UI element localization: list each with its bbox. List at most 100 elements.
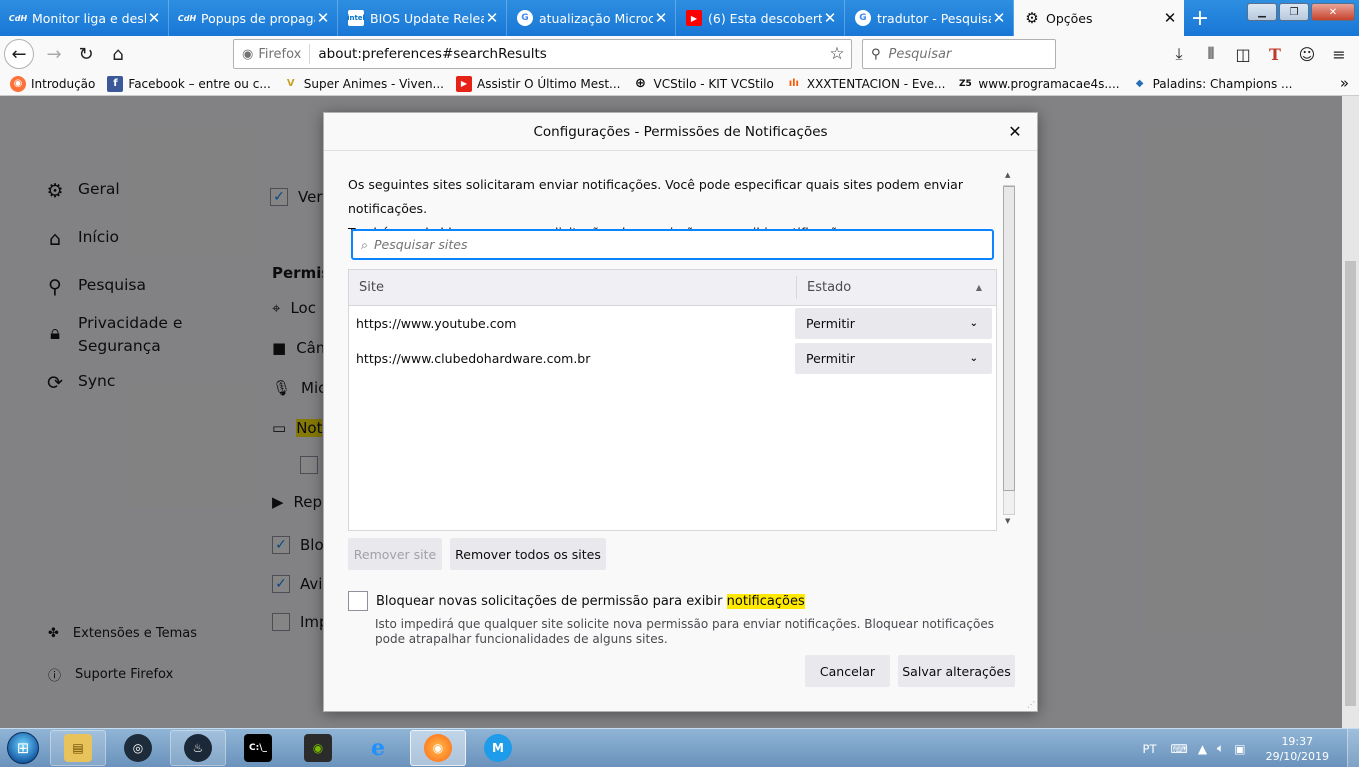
block-new-requests-checkbox[interactable] [348,591,368,611]
show-desktop-button[interactable] [1347,729,1359,767]
description-line: Os seguintes sites solicitaram enviar no… [348,177,963,216]
tab-tradutor[interactable]: G tradutor - Pesquisa G ✕ [845,0,1014,36]
save-changes-button[interactable]: Salvar alterações [898,655,1015,687]
home-button[interactable]: ⌂ [102,38,134,70]
clock[interactable]: 19:37 29/10/2019 [1266,734,1329,764]
maximize-button[interactable]: ❐ [1279,3,1309,21]
account-icon[interactable]: ☺ [1291,38,1323,70]
bookmark-item[interactable]: V Super Animes - Viven... [283,76,444,92]
tray-expand-icon[interactable]: ▲ [1198,742,1207,756]
bookmark-item[interactable]: ◉ Introdução [10,75,95,92]
extension-t-icon[interactable]: T [1259,38,1291,70]
scroll-down-arrow-icon[interactable]: ▼ [1005,517,1010,525]
tab-title: Monitor liga e deslig [32,10,146,26]
tab-close-icon[interactable]: ✕ [653,9,669,27]
taskbar-cmd[interactable]: C:\_ [230,730,286,766]
cancel-button[interactable]: Cancelar [805,655,890,687]
table-header: Site Estado ▲ [349,270,996,306]
url-text[interactable]: about:preferences#searchResults [310,46,823,62]
forward-button[interactable]: → [38,38,70,70]
library-icon[interactable]: ⫴ [1195,38,1227,70]
volume-icon[interactable]: 🔈︎ [1217,741,1224,756]
scroll-up-arrow-icon[interactable]: ▲ [1005,171,1010,179]
block-new-requests-row[interactable]: Bloquear novas solicitações de permissão… [348,591,805,611]
scrollbar-thumb[interactable] [1003,186,1015,491]
facebook-icon: f [107,75,124,92]
clock-date: 29/10/2019 [1265,749,1329,763]
chevron-down-icon: ⌄ [969,353,978,364]
nav-bar: ← → ↻ ⌂ ◉ Firefox about:preferences#sear… [0,36,1359,72]
bookmark-item[interactable]: ⊕ VCStilo - KIT VCStilo [632,76,774,92]
tab-youtube[interactable]: ▶ (6) Esta descoberta C ✕ [676,0,845,36]
table-row[interactable]: https://www.youtube.com Permitir ⌄ [349,306,996,341]
language-indicator[interactable]: PT [1143,742,1157,756]
download-icon[interactable]: ⤓ [1163,38,1195,70]
bookmark-item[interactable]: Z5 www.programacae4s.... [957,76,1120,92]
start-button[interactable]: ⊞ [0,729,46,767]
cdh-favicon-icon: CdH [177,13,197,23]
page-scrollbar[interactable] [1342,96,1359,728]
tab-options[interactable]: ⚙ Opções ✕ [1014,0,1184,36]
reload-button[interactable]: ↻ [70,38,102,70]
bookmark-item[interactable]: ▶ Assistir O Último Mest... [456,75,620,92]
network-icon[interactable]: ▣ [1234,742,1245,756]
tab-microcode[interactable]: G atualização Microco ✕ [507,0,676,36]
new-tab-button[interactable]: + [1184,0,1216,36]
youtube-favicon-icon: ▶ [686,10,702,26]
tab-close-icon[interactable]: ✕ [991,9,1007,27]
status-value: Permitir [806,316,855,331]
taskbar-app-circle[interactable]: ◎ [110,730,166,766]
keyboard-icon[interactable]: ⌨ [1170,742,1187,756]
tab-close-icon[interactable]: ✕ [1162,9,1178,27]
tab-popups[interactable]: CdH Popups de propagan ✕ [169,0,338,36]
window-controls: ▁ ❐ ✕ [1247,3,1355,21]
chevron-right-icon[interactable]: » [1340,74,1349,92]
remove-all-sites-button[interactable]: Remover todos os sites [450,538,606,570]
bookmark-label: www.programacae4s.... [978,76,1120,91]
tab-close-icon[interactable]: ✕ [822,9,838,27]
tab-bios[interactable]: intel BIOS Update Release ✕ [338,0,507,36]
tab-close-icon[interactable]: ✕ [146,9,162,27]
taskbar-firefox[interactable]: ◉ [410,730,466,766]
taskbar-ie[interactable]: e [350,730,406,766]
window-close-button[interactable]: ✕ [1311,3,1355,21]
column-header-status[interactable]: Estado ▲ [797,270,996,305]
status-dropdown[interactable]: Permitir ⌄ [795,308,992,339]
taskbar-app-m[interactable]: M [470,730,526,766]
dialog-scrollbar[interactable]: ▲ ▼ [1001,171,1017,529]
taskbar-explorer[interactable]: ▤ [50,730,106,766]
taskbar-steam[interactable]: ♨ [170,730,226,766]
back-button[interactable]: ← [4,39,34,69]
site-search-input[interactable]: ⌕ Pesquisar sites [351,229,994,260]
table-row[interactable]: https://www.clubedohardware.com.br Permi… [349,341,996,376]
sidebar-toggle-icon[interactable]: ◫ [1227,38,1259,70]
close-icon[interactable]: ✕ [1005,122,1025,141]
bookmark-label: Facebook – entre ou c... [128,76,271,91]
tab-monitor[interactable]: CdH Monitor liga e deslig ✕ [0,0,169,36]
sort-ascending-icon: ▲ [975,283,982,292]
resize-grip-icon[interactable]: ⋰ [1027,700,1035,709]
identity-box[interactable]: ◉ Firefox [234,44,311,64]
scrollbar-thumb[interactable] [1345,261,1356,706]
animes-icon: V [286,78,295,89]
url-bar[interactable]: ◉ Firefox about:preferences#searchResult… [233,39,852,69]
bookmarks-toolbar: ◉ Introdução f Facebook – entre ou c... VS… [0,72,1359,96]
soundcloud-icon: ılı [788,78,799,89]
tab-close-icon[interactable]: ✕ [315,9,331,27]
system-tray: PT ⌨ ▲ 🔈︎ ▣ 19:37 29/10/2019 [1143,729,1359,767]
windows-logo-icon: ⊞ [7,732,39,764]
block-label: Bloquear novas solicitações de permissão… [376,593,805,609]
column-header-site[interactable]: Site [349,276,797,299]
tab-close-icon[interactable]: ✕ [484,9,500,27]
bookmark-item[interactable]: ılı XXXTENTACION - Eve... [786,76,946,92]
bookmark-star-icon[interactable]: ☆ [823,44,851,64]
bookmark-item[interactable]: f Facebook – entre ou c... [107,75,271,92]
menu-icon[interactable]: ≡ [1323,38,1355,70]
taskbar-nvidia[interactable]: ◉ [290,730,346,766]
windows-taskbar: ⊞ ▤ ◎ ♨ C:\_ ◉ e ◉ M PT ⌨ ▲ 🔈︎ ▣ 19:37 2… [0,728,1359,767]
minimize-button[interactable]: ▁ [1247,3,1277,21]
status-dropdown[interactable]: Permitir ⌄ [795,343,992,374]
remove-site-button[interactable]: Remover site [348,538,442,570]
search-bar[interactable]: ⚲ Pesquisar [862,39,1056,69]
bookmark-item[interactable]: ◆ Paladins: Champions ... [1132,76,1293,92]
